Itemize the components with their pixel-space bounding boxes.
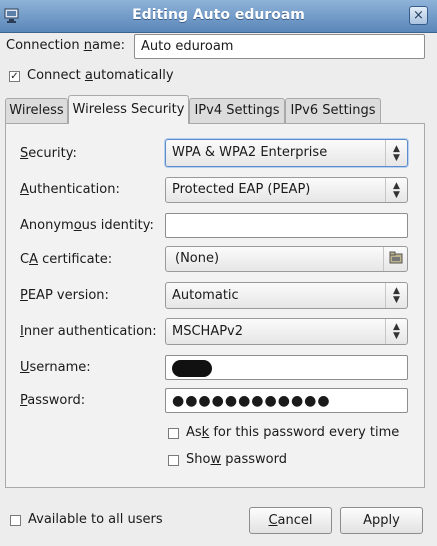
- chevron-updown-icon: ▲ ▼: [385, 283, 407, 308]
- peap-version-select[interactable]: Automatic ▲ ▼: [165, 282, 408, 309]
- show-password-label[interactable]: Show password: [186, 452, 287, 467]
- connection-name-label: Connection name:: [6, 38, 125, 53]
- chevron-updown-icon: ▲ ▼: [385, 319, 407, 344]
- apply-button[interactable]: Apply: [340, 507, 423, 534]
- cancel-button[interactable]: Cancel: [249, 507, 332, 534]
- username-label: Username:: [20, 360, 91, 375]
- connection-name-input[interactable]: Auto eduroam: [134, 34, 425, 59]
- chevron-updown-icon: ▲ ▼: [385, 178, 407, 202]
- inner-authentication-select[interactable]: MSCHAPv2 ▲ ▼: [165, 318, 408, 345]
- inner-authentication-label: Inner authentication:: [20, 324, 157, 339]
- show-password-checkbox[interactable]: [168, 455, 179, 466]
- security-label: Security:: [20, 146, 77, 161]
- connect-automatically-label[interactable]: Connect automatically: [27, 68, 174, 83]
- tab-wireless-security[interactable]: Wireless Security: [68, 95, 189, 124]
- connect-automatically-checkbox[interactable]: ✓: [9, 71, 20, 82]
- chevron-updown-icon: ▲ ▼: [385, 140, 407, 166]
- security-select[interactable]: WPA & WPA2 Enterprise ▲ ▼: [165, 139, 408, 167]
- close-button[interactable]: ×: [409, 6, 428, 25]
- tab-ipv4-settings[interactable]: IPv4 Settings: [189, 98, 285, 123]
- authentication-label: Authentication:: [20, 182, 120, 197]
- ask-password-checkbox[interactable]: [168, 428, 179, 439]
- ca-certificate-chooser[interactable]: (None): [165, 246, 408, 272]
- tab-wireless[interactable]: Wireless: [5, 98, 68, 123]
- ask-password-label[interactable]: Ask for this password every time: [186, 425, 399, 440]
- authentication-select[interactable]: Protected EAP (PEAP) ▲ ▼: [165, 177, 408, 203]
- anonymous-identity-input[interactable]: [165, 213, 408, 238]
- tab-ipv6-settings[interactable]: IPv6 Settings: [285, 98, 381, 123]
- peap-version-label: PEAP version:: [20, 288, 109, 303]
- available-all-users-label[interactable]: Available to all users: [28, 512, 163, 527]
- available-all-users-checkbox[interactable]: [10, 515, 21, 526]
- redacted-username: [172, 360, 212, 377]
- folder-icon: [383, 247, 407, 271]
- window-title: Editing Auto eduroam: [132, 7, 305, 23]
- anonymous-identity-label: Anonymous identity:: [20, 218, 154, 233]
- close-icon: ×: [413, 8, 424, 23]
- password-label: Password:: [20, 393, 86, 408]
- ca-certificate-label: CA certificate:: [20, 252, 113, 267]
- password-input[interactable]: ●●●●●●●●●●●●: [165, 388, 408, 413]
